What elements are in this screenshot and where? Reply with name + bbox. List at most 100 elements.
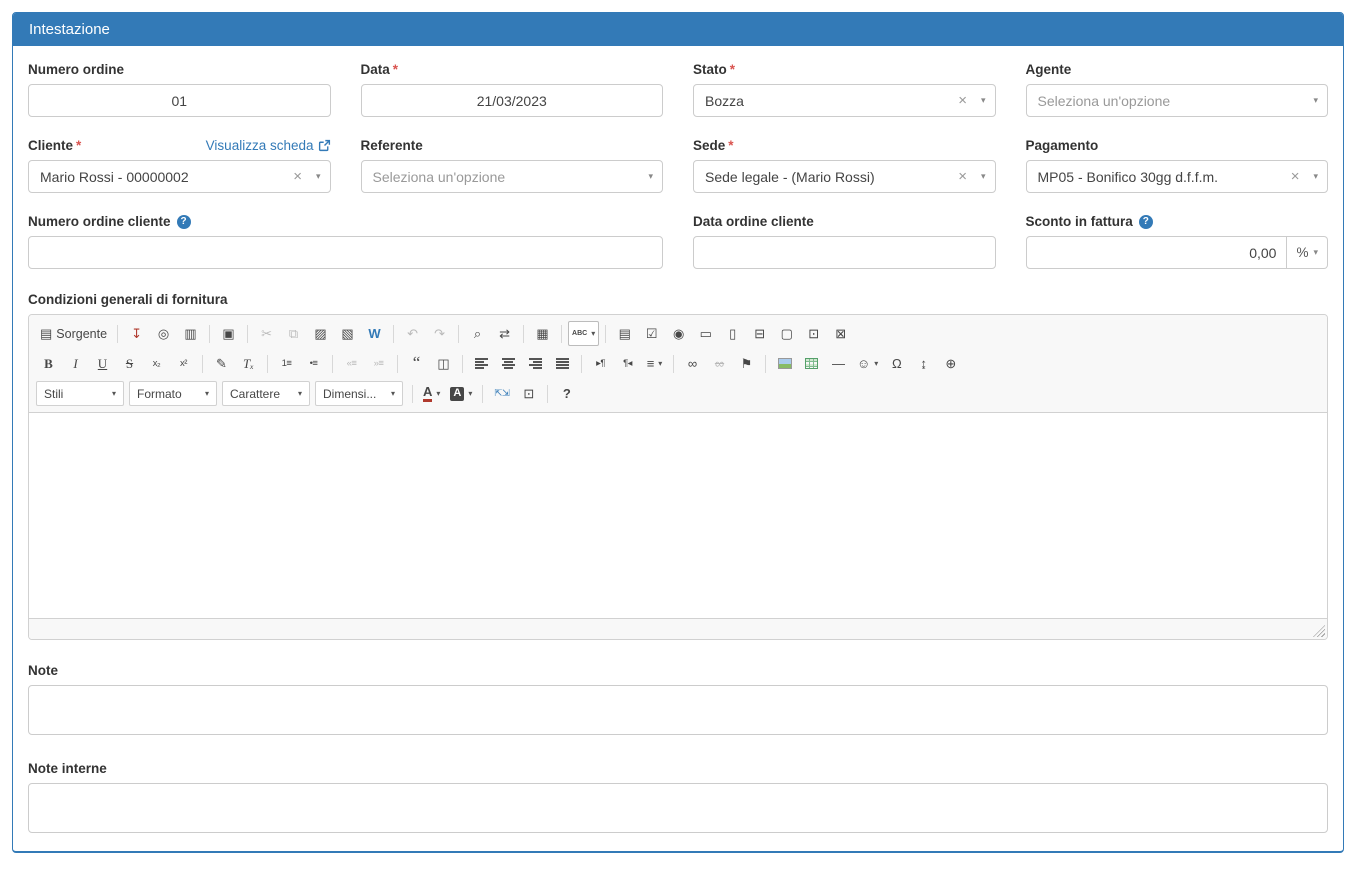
horizontal-rule-button[interactable]: ―: [826, 351, 851, 376]
clear-icon[interactable]: ×: [958, 93, 967, 108]
editor-resize-handle[interactable]: [1313, 625, 1325, 637]
select-field-button[interactable]: ⊟: [747, 321, 772, 346]
justify-right-button[interactable]: [523, 351, 548, 376]
agente-select[interactable]: Seleziona un'opzione ▾: [1026, 84, 1329, 117]
subscript-button[interactable]: x₂: [144, 351, 169, 376]
sconto-unit-dropdown[interactable]: % ▾: [1287, 236, 1328, 269]
find-button[interactable]: ⌕: [465, 321, 490, 346]
bold-button[interactable]: B: [36, 351, 61, 376]
anchor-button[interactable]: ⚑: [734, 351, 759, 376]
font-size-combo[interactable]: Dimensi...▾: [315, 381, 403, 406]
button-field-button[interactable]: ▢: [774, 321, 799, 346]
select-all-button[interactable]: ▦: [530, 321, 555, 346]
radio-button-button[interactable]: ◉: [666, 321, 691, 346]
paste-from-word-button[interactable]: W: [362, 321, 387, 346]
font-combo[interactable]: Carattere▾: [222, 381, 310, 406]
note-interne-textarea[interactable]: [28, 783, 1328, 833]
checkbox-button[interactable]: ☑: [639, 321, 664, 346]
image-button[interactable]: [772, 351, 797, 376]
stato-select[interactable]: Bozza × ▾: [693, 84, 996, 117]
preview-button[interactable]: ◎: [151, 321, 176, 346]
blockquote-button[interactable]: “: [404, 351, 429, 376]
field-pagamento: Pagamento MP05 - Bonifico 30gg d.f.f.m. …: [1026, 137, 1329, 193]
superscript-button[interactable]: x²: [171, 351, 196, 376]
visualizza-scheda-link[interactable]: Visualizza scheda: [206, 138, 331, 153]
pagamento-label: Pagamento: [1026, 137, 1329, 154]
smiley-button[interactable]: ☺▾: [853, 351, 882, 376]
textarea-field-button[interactable]: ▯: [720, 321, 745, 346]
paste-icon: ▨: [314, 327, 326, 340]
remove-format-button[interactable]: Tₓ: [236, 351, 261, 376]
decrease-indent-button[interactable]: «≡: [339, 351, 364, 376]
sede-value: Sede legale - (Mario Rossi): [705, 169, 950, 185]
editor-content[interactable]: [29, 413, 1327, 618]
paste-button[interactable]: ▨: [308, 321, 333, 346]
about-button[interactable]: ?: [554, 381, 579, 406]
numbered-list-button[interactable]: 1≡: [274, 351, 299, 376]
pagamento-value: MP05 - Bonifico 30gg d.f.f.m.: [1038, 169, 1283, 185]
numbered-list-icon: 1≡: [282, 359, 292, 369]
decrease-indent-icon: «≡: [347, 359, 357, 369]
font-size-combo-label: Dimensi...: [323, 387, 376, 401]
paste-as-text-button[interactable]: ▧: [335, 321, 360, 346]
data-ordine-cliente-input[interactable]: [693, 236, 996, 269]
iframe-button[interactable]: ⊕: [938, 351, 963, 376]
copy-button[interactable]: ⧉: [281, 321, 306, 346]
table-button[interactable]: [799, 351, 824, 376]
increase-indent-button[interactable]: »≡: [366, 351, 391, 376]
required-asterisk: *: [76, 138, 81, 153]
bulleted-list-button[interactable]: •≡: [301, 351, 326, 376]
justify-left-button[interactable]: [469, 351, 494, 376]
text-field-button[interactable]: ▭: [693, 321, 718, 346]
link-button[interactable]: ∞: [680, 351, 705, 376]
templates-button[interactable]: ▣: [216, 321, 241, 346]
page-break-button[interactable]: ↨: [911, 351, 936, 376]
sconto-unit-value: %: [1296, 245, 1308, 260]
note-textarea[interactable]: [28, 685, 1328, 735]
clear-icon[interactable]: ×: [293, 169, 302, 184]
export-pdf-button[interactable]: ↧: [124, 321, 149, 346]
help-icon[interactable]: ?: [1139, 215, 1153, 229]
print-button[interactable]: ▥: [178, 321, 203, 346]
format-combo[interactable]: Formato▾: [129, 381, 217, 406]
special-character-button[interactable]: Ω: [884, 351, 909, 376]
hidden-field-button[interactable]: ⊠: [828, 321, 853, 346]
referente-select[interactable]: Seleziona un'opzione ▾: [361, 160, 664, 193]
clear-icon[interactable]: ×: [1291, 169, 1300, 184]
strikethrough-button[interactable]: S: [117, 351, 142, 376]
data-input[interactable]: [361, 84, 664, 117]
underline-button[interactable]: U: [90, 351, 115, 376]
cut-button[interactable]: ✂: [254, 321, 279, 346]
language-button[interactable]: ≡▾: [642, 351, 667, 376]
copy-formatting-button[interactable]: ✎: [209, 351, 234, 376]
replace-button[interactable]: ⇄: [492, 321, 517, 346]
justify-block-button[interactable]: [550, 351, 575, 376]
italic-button[interactable]: I: [63, 351, 88, 376]
image-button-button[interactable]: ⊡: [801, 321, 826, 346]
redo-icon: ↷: [434, 327, 445, 340]
styles-combo[interactable]: Stili▾: [36, 381, 124, 406]
help-icon[interactable]: ?: [177, 215, 191, 229]
text-direction-rtl-button[interactable]: ¶◂: [615, 351, 640, 376]
background-color-button[interactable]: A▾: [446, 381, 476, 406]
sede-label: Sede*: [693, 137, 996, 154]
numero-ordine-input[interactable]: [28, 84, 331, 117]
undo-button[interactable]: ↶: [400, 321, 425, 346]
justify-center-button[interactable]: [496, 351, 521, 376]
source-button[interactable]: ▤Sorgente: [36, 321, 111, 346]
redo-button[interactable]: ↷: [427, 321, 452, 346]
clear-icon[interactable]: ×: [958, 169, 967, 184]
spellcheck-button[interactable]: ABC▾: [568, 321, 599, 346]
numero-ordine-cliente-input[interactable]: [28, 236, 663, 269]
unlink-button[interactable]: ∞: [707, 351, 732, 376]
sconto-input[interactable]: [1026, 236, 1288, 269]
text-color-button[interactable]: A▾: [419, 381, 444, 406]
show-blocks-button[interactable]: ⊡: [516, 381, 541, 406]
form-button[interactable]: ▤: [612, 321, 637, 346]
cliente-select[interactable]: Mario Rossi - 00000002 × ▾: [28, 160, 331, 193]
create-div-button[interactable]: ◫: [431, 351, 456, 376]
pagamento-select[interactable]: MP05 - Bonifico 30gg d.f.f.m. × ▾: [1026, 160, 1329, 193]
sede-select[interactable]: Sede legale - (Mario Rossi) × ▾: [693, 160, 996, 193]
maximize-button[interactable]: ⇱⇲: [489, 381, 514, 406]
text-direction-ltr-button[interactable]: ▸¶: [588, 351, 613, 376]
